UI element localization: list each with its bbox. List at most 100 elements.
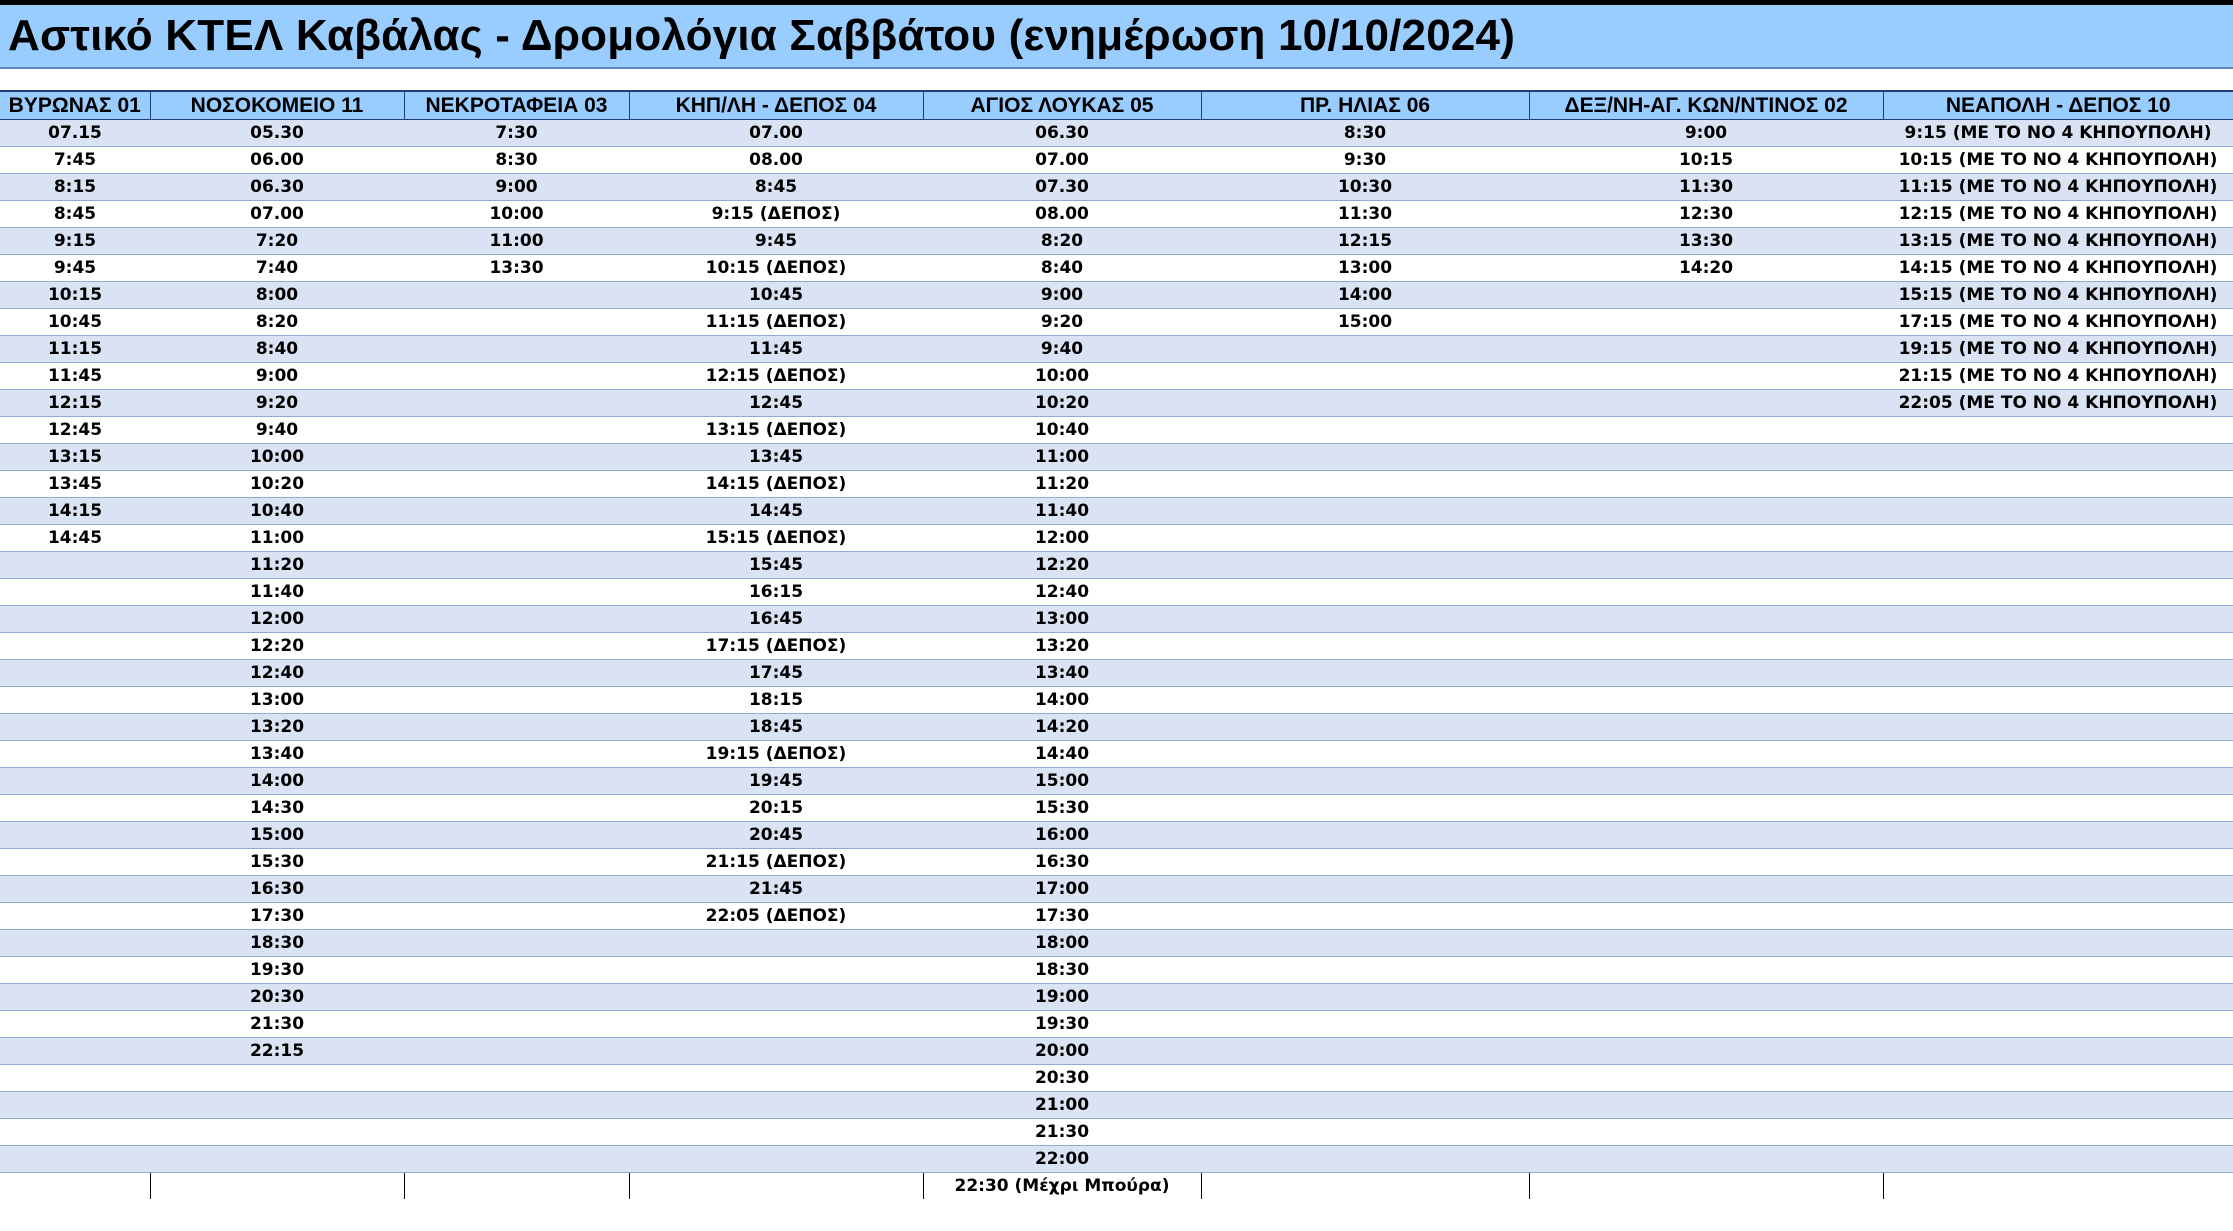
table-cell xyxy=(1201,1037,1529,1065)
table-cell: 8:30 xyxy=(1201,119,1529,147)
table-cell xyxy=(1883,794,2233,822)
table-cell: 12:15 (ΔΕΠΟΣ) xyxy=(629,362,923,390)
table-cell: 10:15 xyxy=(1529,146,1883,174)
table-cell: 06.00 xyxy=(150,146,404,174)
table-cell: 15:30 xyxy=(150,848,404,876)
table-cell xyxy=(0,1091,150,1119)
table-cell xyxy=(0,875,150,903)
table-cell: 11:00 xyxy=(150,524,404,552)
table-cell xyxy=(404,1037,629,1065)
table-cell xyxy=(1201,740,1529,768)
table-cell xyxy=(404,308,629,336)
table-cell: 14:45 xyxy=(629,497,923,525)
table-cell: 10:40 xyxy=(923,416,1201,444)
table-row: 22:00 xyxy=(0,1145,2233,1173)
table-row: 9:15 7:20 11:00 9:45 8:20 12:15 13:30 13:15 (ΜΕ… xyxy=(0,227,2233,255)
table-cell xyxy=(1529,821,1883,849)
page-title: Αστικό ΚΤΕΛ Καβάλας - Δρομολόγια Σαββάτο… xyxy=(8,11,1516,60)
table-cell: 13:15 (ΜΕ ΤΟ ΝΟ 4 ΚΗΠΟΥΠΟΛΗ) xyxy=(1883,227,2233,255)
table-cell: 15:00 xyxy=(923,767,1201,795)
spacer xyxy=(0,69,2233,90)
table-cell xyxy=(0,767,150,795)
table-cell xyxy=(1529,335,1883,363)
table-cell: 12:00 xyxy=(150,605,404,633)
table-cell: 8:45 xyxy=(629,173,923,201)
table-cell: 12:45 xyxy=(0,416,150,444)
table-cell: 11:40 xyxy=(150,578,404,606)
table-cell xyxy=(0,632,150,660)
table-row: 7:45 06.00 8:30 08.00 07.00 9:30 10:15 10:15 (Μ… xyxy=(0,146,2233,174)
table-cell xyxy=(1883,713,2233,741)
table-row: 8:15 06.30 9:00 8:45 07.30 10:30 11:30 11:15 (Μ… xyxy=(0,173,2233,201)
table-cell: 18:45 xyxy=(629,713,923,741)
table-cell xyxy=(629,929,923,957)
table-row: 20:30 19:00 xyxy=(0,983,2233,1011)
table-cell xyxy=(1883,1010,2233,1038)
table-cell: 11:15 xyxy=(0,335,150,363)
table-cell xyxy=(1201,524,1529,552)
table-cell: 18:30 xyxy=(150,929,404,957)
table-cell: 10:15 (ΔΕΠΟΣ) xyxy=(629,254,923,282)
table-cell: 21:30 xyxy=(150,1010,404,1038)
table-row: 22:15 20:00 xyxy=(0,1037,2233,1065)
table-cell: 06.30 xyxy=(923,119,1201,147)
table-cell xyxy=(1883,416,2233,444)
table-cell: 13:00 xyxy=(923,605,1201,633)
table-cell: 14:20 xyxy=(923,713,1201,741)
table-cell: 13:45 xyxy=(0,470,150,498)
table-cell: 10:00 xyxy=(923,362,1201,390)
table-cell: 8:45 xyxy=(0,200,150,228)
table-cell: 11:00 xyxy=(923,443,1201,471)
table-cell: 15:15 (ΔΕΠΟΣ) xyxy=(629,524,923,552)
table-cell: 13:20 xyxy=(150,713,404,741)
table-row: 12:40 17:45 13:40 xyxy=(0,659,2233,687)
table-cell xyxy=(149,1172,404,1199)
table-cell: 8:15 xyxy=(0,173,150,201)
table-cell xyxy=(404,578,629,606)
table-cell: 9:00 xyxy=(1529,119,1883,147)
table-cell xyxy=(1883,443,2233,471)
table-cell: 07.00 xyxy=(923,146,1201,174)
table-cell xyxy=(404,956,629,984)
table-cell: 19:45 xyxy=(629,767,923,795)
table-cell xyxy=(0,983,150,1011)
table-cell xyxy=(404,362,629,390)
table-cell xyxy=(629,1118,923,1146)
table-cell xyxy=(404,875,629,903)
table-row: 14:45 11:00 15:15 (ΔΕΠΟΣ) 12:00 xyxy=(0,524,2233,552)
table-cell xyxy=(0,578,150,606)
table-cell xyxy=(1529,767,1883,795)
table-cell: 13:00 xyxy=(150,686,404,714)
table-cell xyxy=(150,1145,404,1173)
column-header-agios-loukas: ΑΓΙΟΣ ΛΟΥΚΑΣ 05 xyxy=(922,90,1201,120)
table-cell xyxy=(404,686,629,714)
table-cell: 12:40 xyxy=(150,659,404,687)
table-cell: 18:15 xyxy=(629,686,923,714)
table-cell xyxy=(1529,686,1883,714)
table-cell: 08.00 xyxy=(923,200,1201,228)
table-cell xyxy=(404,1064,629,1092)
table-cell xyxy=(628,1172,923,1199)
table-cell: 9:15 xyxy=(0,227,150,255)
table-cell: 06.30 xyxy=(150,173,404,201)
table-cell xyxy=(404,443,629,471)
table-cell xyxy=(0,956,150,984)
table-cell xyxy=(404,470,629,498)
table-cell xyxy=(404,767,629,795)
table-cell xyxy=(404,389,629,417)
table-cell xyxy=(1882,1172,2233,1199)
table-cell: 21:30 xyxy=(923,1118,1201,1146)
table-row: 18:30 18:00 xyxy=(0,929,2233,957)
table-cell xyxy=(1529,848,1883,876)
table-cell xyxy=(1883,578,2233,606)
table-cell xyxy=(404,902,629,930)
table-cell: 14:00 xyxy=(150,767,404,795)
schedule-body: 07.15 05.30 7:30 07.00 06.30 8:30 9:00 9:15 (ΜΕ… xyxy=(0,119,2233,1199)
table-cell xyxy=(404,1091,629,1119)
schedule-table: ΒΥΡΩΝΑΣ 01 ΝΟΣΟΚΟΜΕΙΟ 11 ΝΕΚΡΟΤΑΦΕΙΑ 03 … xyxy=(0,90,2233,1199)
table-cell: 19:30 xyxy=(923,1010,1201,1038)
table-row: 13:15 10:00 13:45 11:00 xyxy=(0,443,2233,471)
table-cell: 16:30 xyxy=(923,848,1201,876)
table-cell: 07.00 xyxy=(150,200,404,228)
table-cell xyxy=(404,740,629,768)
